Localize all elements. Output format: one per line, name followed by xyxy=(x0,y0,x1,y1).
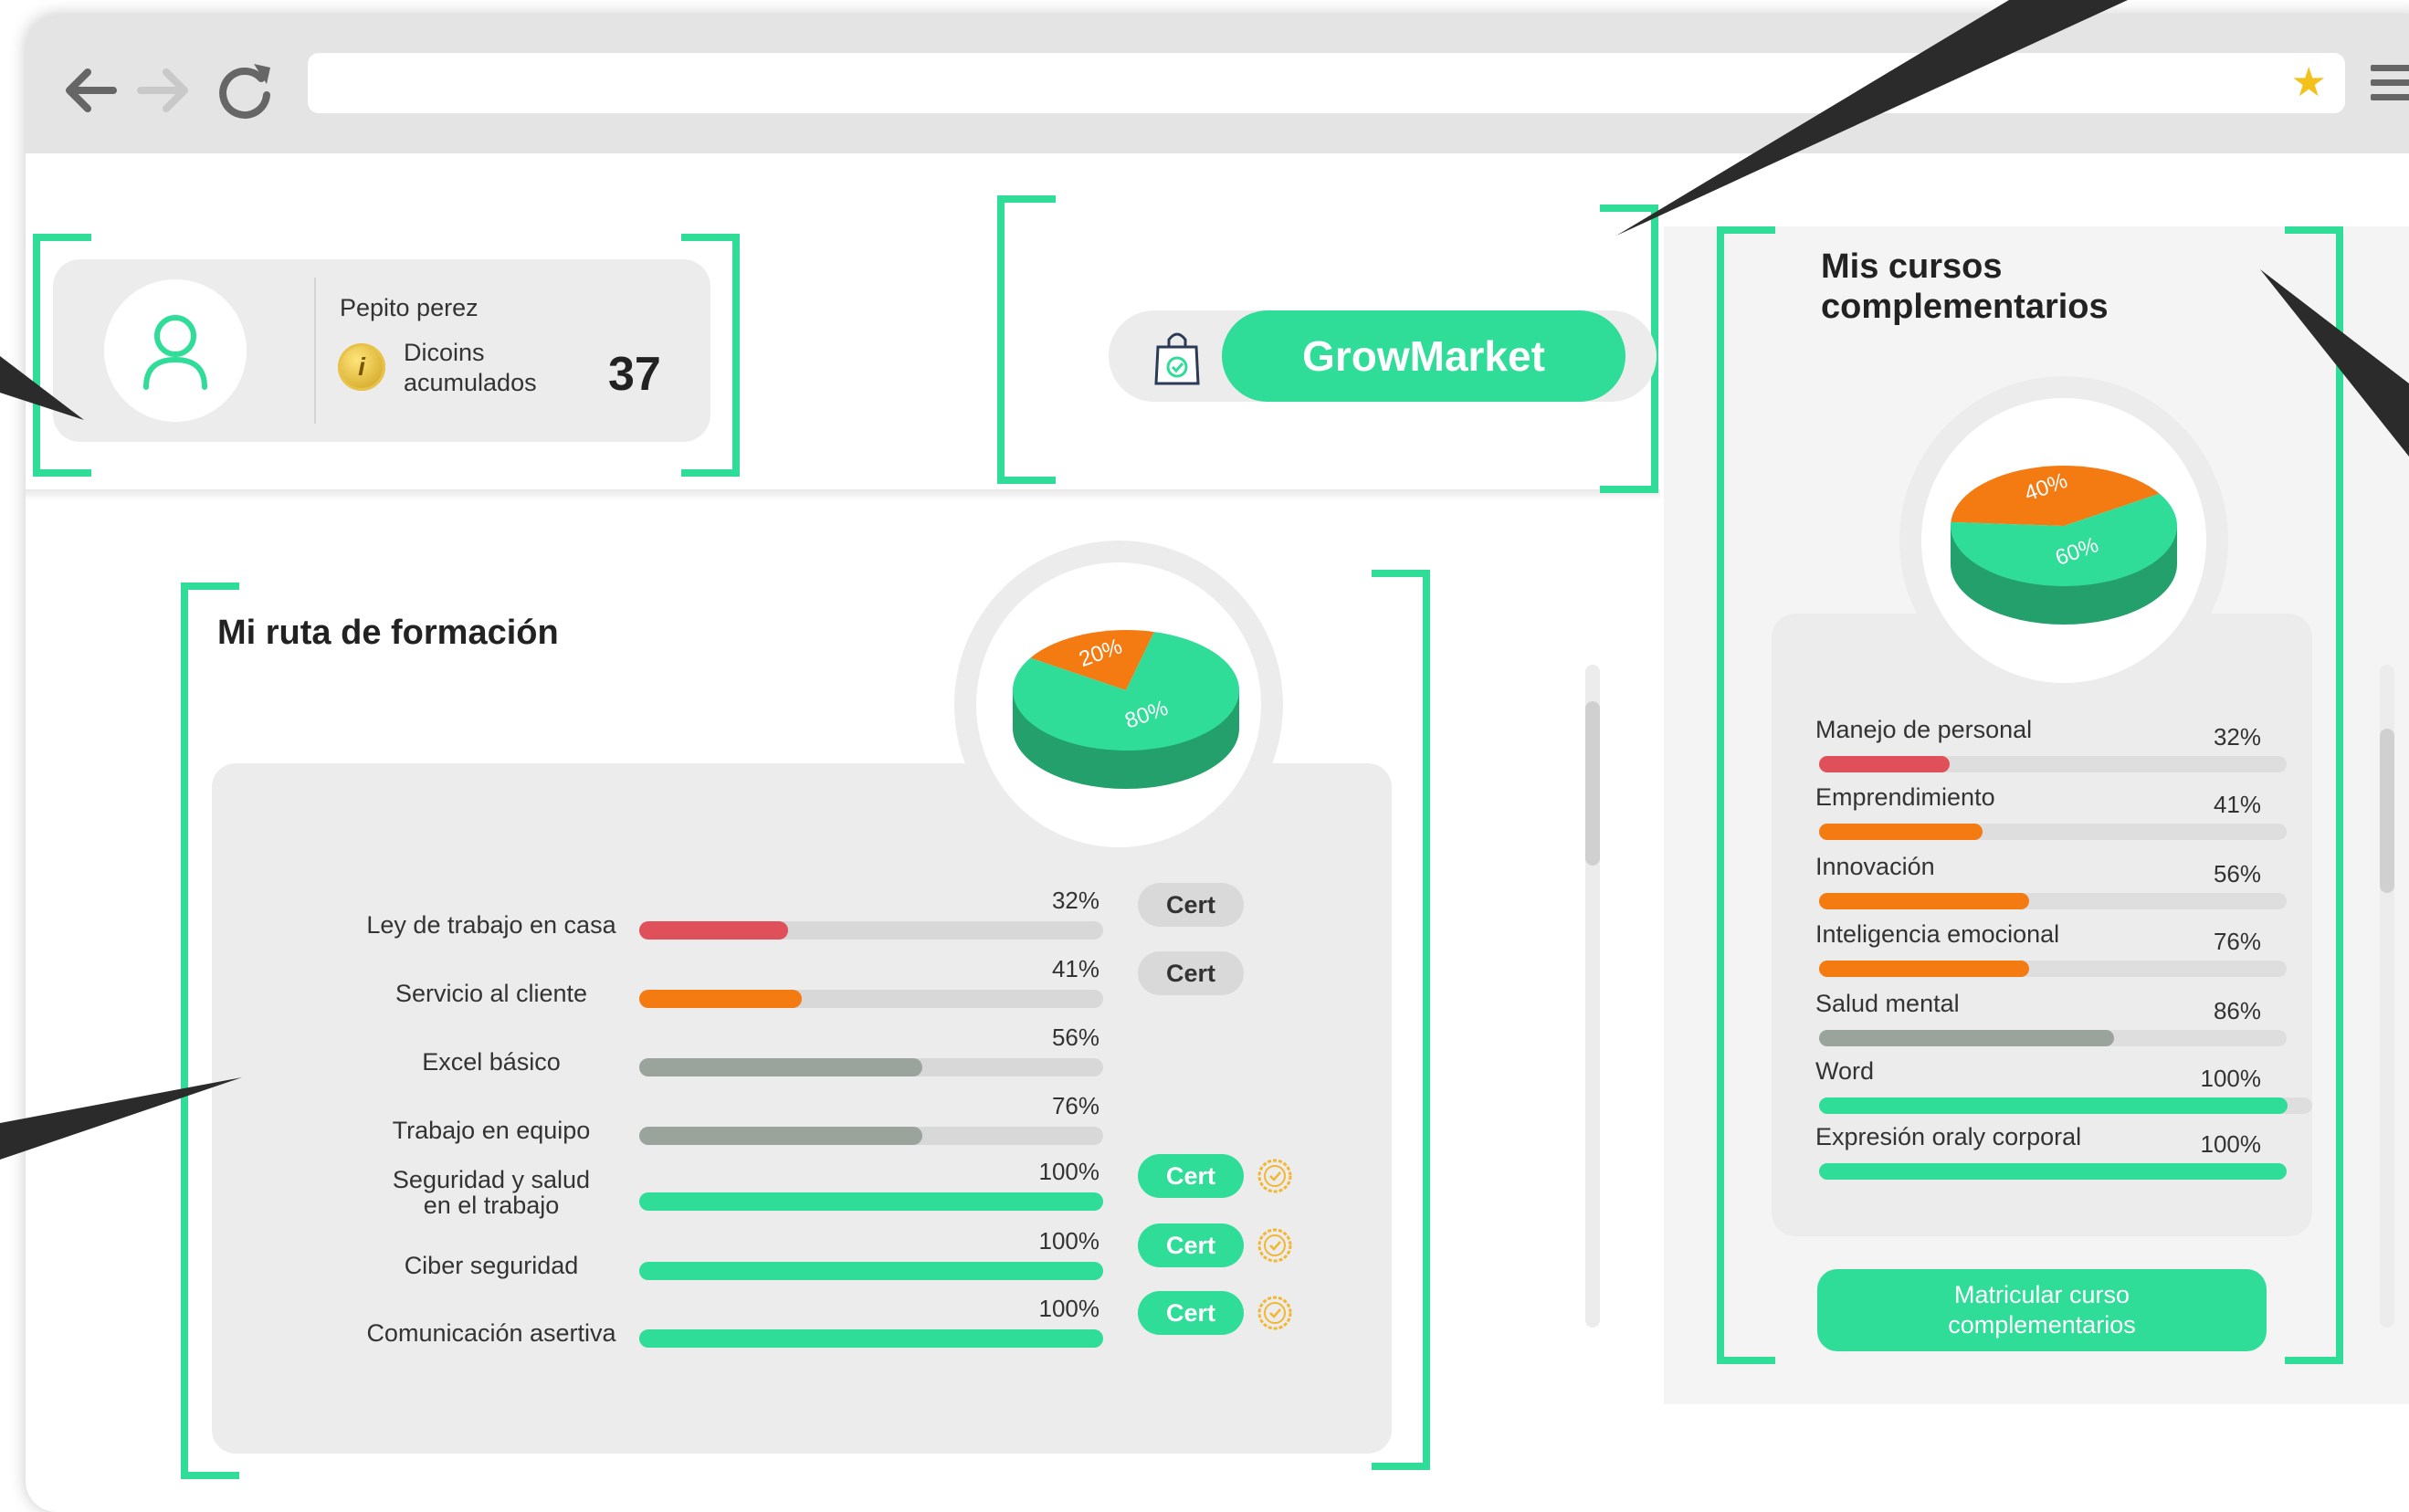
progress-fill xyxy=(639,990,802,1008)
arrow-left-icon xyxy=(66,68,117,112)
profile-name: Pepito perez xyxy=(340,294,479,321)
progress-fill xyxy=(639,1192,1103,1211)
progress-track xyxy=(639,1329,1103,1348)
forward-button[interactable] xyxy=(131,58,195,141)
progress-track xyxy=(639,990,1103,1008)
route-pie-chart: 20%80% xyxy=(1013,630,1239,789)
course-name: Servicio al cliente xyxy=(394,980,588,1007)
profile-card: Pepito perez i Dicoins acumulados 37 xyxy=(53,259,710,442)
back-button[interactable] xyxy=(58,58,122,141)
medal-icon xyxy=(1257,1159,1292,1193)
progress-track xyxy=(639,1192,1103,1211)
avatar[interactable] xyxy=(104,279,247,422)
progress-track xyxy=(1819,1097,2312,1114)
progress-fill xyxy=(1819,893,2030,909)
reload-icon xyxy=(219,64,270,119)
course-percent: 32% xyxy=(2213,723,2261,751)
progress-fill xyxy=(639,1329,1103,1348)
route-title: Mi ruta de formación xyxy=(217,614,559,652)
course-percent: 76% xyxy=(1051,1092,1099,1119)
cert-button[interactable]: Cert xyxy=(1138,951,1244,995)
progress-track xyxy=(639,1262,1103,1280)
progress-track xyxy=(639,921,1103,940)
course-name: Inteligencia emocional xyxy=(1815,920,2060,948)
progress-fill xyxy=(639,1262,1103,1280)
course-percent: 100% xyxy=(2200,1065,2262,1092)
growmarket-button[interactable]: GrowMarket xyxy=(1222,310,1625,402)
progress-fill xyxy=(1819,1097,2288,1114)
course-name: Emprendimiento xyxy=(1815,783,1995,811)
browser-toolbar: ★ xyxy=(26,15,2409,153)
progress-track xyxy=(639,1058,1103,1076)
progress-fill xyxy=(639,921,788,940)
course-percent: 100% xyxy=(1038,1158,1100,1185)
course-percent: 56% xyxy=(1051,1024,1099,1051)
user-icon xyxy=(143,315,207,390)
cert-button[interactable]: Cert xyxy=(1138,883,1244,927)
hamburger-menu-icon[interactable] xyxy=(2371,65,2409,105)
reload-button[interactable] xyxy=(214,58,278,141)
profile-divider xyxy=(314,278,316,424)
course-percent: 41% xyxy=(1051,955,1099,982)
bracket-left xyxy=(997,195,1056,484)
course-percent: 41% xyxy=(2213,791,2261,818)
progress-fill xyxy=(639,1127,922,1145)
course-percent: 56% xyxy=(2213,860,2261,887)
star-icon[interactable]: ★ xyxy=(2291,60,2327,106)
progress-fill xyxy=(1819,756,1951,772)
coins-label: Dicoins acumulados xyxy=(404,339,537,396)
complementary-title: Mis cursos complementarios xyxy=(1821,247,2109,326)
course-name: Comunicación asertiva xyxy=(366,1319,616,1347)
shopping-bag-icon xyxy=(1145,325,1209,389)
progress-track xyxy=(1819,1030,2287,1046)
course-percent: 100% xyxy=(1038,1295,1100,1322)
course-name: Salud mental xyxy=(1815,990,1960,1017)
course-percent: 100% xyxy=(1038,1227,1100,1255)
progress-fill xyxy=(1819,961,2030,977)
progress-track xyxy=(1819,1163,2287,1180)
course-name: Trabajo en equipo xyxy=(392,1117,591,1144)
course-name: Ciber seguridad xyxy=(404,1252,579,1279)
course-name: Innovación xyxy=(1815,853,1935,880)
enroll-button[interactable]: Matricular curso complementarios xyxy=(1817,1269,2267,1351)
header-divider xyxy=(26,489,1660,500)
route-scrollbar[interactable] xyxy=(1585,665,1600,1328)
coin-icon: i xyxy=(338,343,385,391)
progress-fill xyxy=(1819,1030,2114,1046)
complementary-scrollbar[interactable] xyxy=(2380,665,2394,1328)
progress-track xyxy=(1819,893,2287,909)
course-percent: 100% xyxy=(2200,1130,2262,1158)
growmarket-widget: GrowMarket xyxy=(1109,310,1657,402)
progress-fill xyxy=(639,1058,922,1076)
progress-track xyxy=(1819,824,2287,840)
route-card xyxy=(212,763,1392,1454)
course-percent: 32% xyxy=(1051,887,1099,914)
coins-value: 37 xyxy=(608,348,661,401)
scrollbar-thumb[interactable] xyxy=(2380,729,2394,893)
cert-button[interactable]: Cert xyxy=(1138,1154,1244,1198)
progress-track xyxy=(639,1127,1103,1145)
arrow-right-icon xyxy=(137,68,188,112)
cert-button[interactable]: Cert xyxy=(1138,1223,1244,1267)
complementary-pie-chart: 40%60% xyxy=(1951,466,2177,625)
course-percent: 86% xyxy=(2213,997,2261,1024)
course-name: Expresión oraly corporal xyxy=(1815,1123,2082,1150)
course-name: Manejo de personal xyxy=(1815,716,2033,743)
address-bar[interactable]: ★ xyxy=(308,53,2345,113)
progress-track xyxy=(1819,756,2287,772)
course-name: Word xyxy=(1815,1057,1875,1085)
course-percent: 76% xyxy=(2213,928,2261,955)
bracket-left xyxy=(1717,226,1775,1364)
progress-track xyxy=(1819,961,2287,977)
progress-fill xyxy=(1819,824,1983,840)
browser-window: ★ Pepito perez i Dicoins acumulados 37 G… xyxy=(26,15,2409,1512)
course-name: Excel básico xyxy=(422,1048,561,1076)
medal-icon xyxy=(1257,1228,1292,1263)
medal-icon xyxy=(1257,1296,1292,1330)
scrollbar-thumb[interactable] xyxy=(1585,701,1600,866)
cert-button[interactable]: Cert xyxy=(1138,1291,1244,1335)
course-name: Seguridad y salud en el trabajo xyxy=(392,1166,591,1219)
progress-fill xyxy=(1819,1163,2287,1180)
course-name: Ley de trabajo en casa xyxy=(366,911,616,939)
